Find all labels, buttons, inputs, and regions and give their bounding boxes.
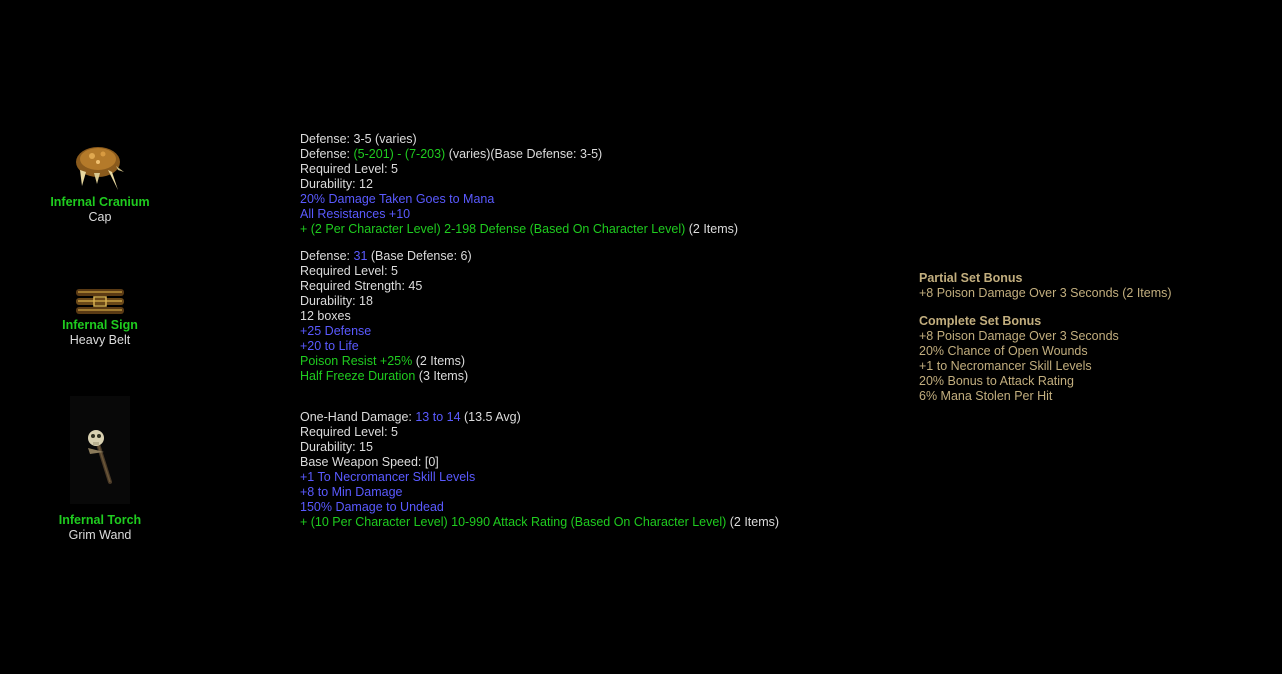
cranium-cap-icon: [76, 147, 124, 190]
complete-set-bonus-title: Complete Set Bonus: [919, 314, 1042, 328]
stat-segment: Required Level: 5: [300, 162, 398, 176]
stat-segment: 150% Damage to Undead: [300, 500, 444, 514]
item-name[interactable]: Infernal Torch: [0, 513, 200, 528]
stat-line: 12 boxes: [300, 309, 472, 324]
stat-segment: One-Hand Damage:: [300, 410, 416, 424]
stat-line: Base Weapon Speed: [0]: [300, 455, 779, 470]
stat-segment: (Base Defense: 6): [367, 249, 472, 263]
stat-segment: + (10 Per Character Level) 10-990 Attack…: [300, 515, 727, 529]
stat-segment: Required Strength: 45: [300, 279, 423, 293]
stat-line: Required Level: 5: [300, 264, 472, 279]
complete-set-bonus-list: +8 Poison Damage Over 3 Seconds 20% Chanc…: [919, 329, 1172, 404]
stat-segment: +8 to Min Damage: [300, 485, 403, 499]
partial-set-bonus-title: Partial Set Bonus: [919, 271, 1023, 285]
stat-segment: All Resistances +10: [300, 207, 411, 221]
stat-line: + (10 Per Character Level) 10-990 Attack…: [300, 515, 779, 530]
stat-segment: (varies)(Base Defense: 3-5): [445, 147, 603, 161]
stat-segment: Half Freeze Duration: [300, 369, 416, 383]
set-bonus-line: 20% Bonus to Attack Rating: [919, 374, 1074, 388]
stat-line: + (2 Per Character Level) 2-198 Defense …: [300, 222, 738, 237]
stat-line: Required Level: 5: [300, 425, 779, 440]
stat-segment: 13 to 14: [415, 410, 461, 424]
stat-line: All Resistances +10: [300, 207, 738, 222]
stat-segment: Durability: 15: [300, 440, 373, 454]
stat-line: 150% Damage to Undead: [300, 500, 779, 515]
stat-segment: 31: [353, 249, 368, 263]
set-bonus-line: +8 Poison Damage Over 3 Seconds (2 Items…: [919, 286, 1172, 300]
item-stats-infernal-torch: One-Hand Damage: 13 to 14 (13.5 Avg) Requ…: [300, 410, 779, 530]
stat-line: 20% Damage Taken Goes to Mana: [300, 192, 738, 207]
stat-segment: +20 to Life: [300, 339, 359, 353]
set-bonus-panel: Partial Set Bonus +8 Poison Damage Over …: [919, 271, 1172, 404]
stat-line: Durability: 18: [300, 294, 472, 309]
item-stats-infernal-cranium: Defense: 3-5 (varies) Defense: (5-201) - …: [300, 132, 738, 237]
stat-segment: Required Level: 5: [300, 264, 398, 278]
stat-line: Durability: 12: [300, 177, 738, 192]
stat-line: +20 to Life: [300, 339, 472, 354]
stat-segment: 20% Damage Taken Goes to Mana: [300, 192, 495, 206]
item-name[interactable]: Infernal Cranium: [0, 195, 200, 210]
set-bonus-line: 6% Mana Stolen Per Hit: [919, 389, 1053, 403]
stat-segment: Poison Resist +25%: [300, 354, 413, 368]
stat-segment: (3 Items): [415, 369, 469, 383]
heavy-belt-icon: [76, 289, 124, 314]
stat-segment: (2 Items): [685, 222, 739, 236]
stat-line: +1 To Necromancer Skill Levels: [300, 470, 779, 485]
stat-segment: (2 Items): [412, 354, 466, 368]
item-base-type: Grim Wand: [68, 528, 132, 542]
stat-line: +25 Defense: [300, 324, 472, 339]
stat-line: Defense: (5-201) - (7-203) (varies)(Base…: [300, 147, 738, 162]
stat-line: Required Strength: 45: [300, 279, 472, 294]
stat-line: Required Level: 5: [300, 162, 738, 177]
stat-segment: 12 boxes: [300, 309, 351, 323]
set-bonus-line: 20% Chance of Open Wounds: [919, 344, 1088, 358]
set-bonus-line: +8 Poison Damage Over 3 Seconds: [919, 329, 1119, 343]
stat-line: One-Hand Damage: 13 to 14 (13.5 Avg): [300, 410, 779, 425]
stat-line: Durability: 15: [300, 440, 779, 455]
stat-segment: Durability: 18: [300, 294, 373, 308]
stat-segment: (2 Items): [726, 515, 780, 529]
stat-segment: Defense: 3-5 (varies): [300, 132, 417, 146]
stat-line: Poison Resist +25% (2 Items): [300, 354, 472, 369]
set-bonus-line: +1 to Necromancer Skill Levels: [919, 359, 1092, 373]
item-stats-infernal-sign: Defense: 31 (Base Defense: 6) Required Le…: [300, 249, 472, 384]
stat-segment: (5-201) - (7-203): [353, 147, 446, 161]
stat-line: Defense: 31 (Base Defense: 6): [300, 249, 472, 264]
stat-segment: +1 To Necromancer Skill Levels: [300, 470, 476, 484]
item-base-type: Cap: [88, 210, 112, 224]
stat-segment: Base Weapon Speed: [0]: [300, 455, 439, 469]
stat-line: Defense: 3-5 (varies): [300, 132, 738, 147]
stat-segment: (13.5 Avg): [460, 410, 521, 424]
grim-wand-icon: [70, 396, 130, 504]
item-name[interactable]: Infernal Sign: [0, 318, 200, 333]
stat-segment: Durability: 12: [300, 177, 373, 191]
stat-line: Half Freeze Duration (3 Items): [300, 369, 472, 384]
stat-segment: Defense:: [300, 147, 354, 161]
stat-segment: Required Level: 5: [300, 425, 398, 439]
stat-line: +8 to Min Damage: [300, 485, 779, 500]
partial-set-bonus-list: +8 Poison Damage Over 3 Seconds (2 Items…: [919, 286, 1172, 301]
item-base-type: Heavy Belt: [69, 333, 131, 347]
stat-segment: Defense:: [300, 249, 354, 263]
stat-segment: +25 Defense: [300, 324, 372, 338]
stat-segment: + (2 Per Character Level) 2-198 Defense …: [300, 222, 686, 236]
